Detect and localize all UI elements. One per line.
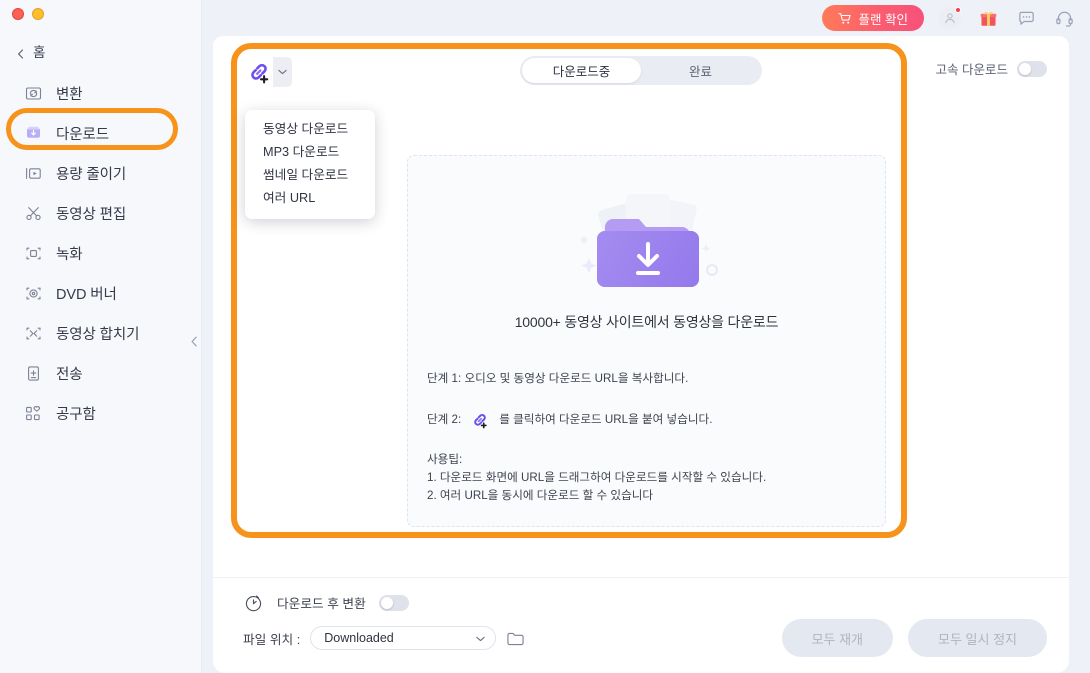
- record-icon: [24, 244, 43, 263]
- cart-icon: [837, 12, 852, 25]
- sidebar-item-label: 변환: [56, 86, 83, 103]
- sidebar-collapse-button[interactable]: [186, 328, 202, 354]
- file-location-value: Downloaded: [324, 631, 394, 645]
- download-tabs: 다운로드중 완료: [520, 56, 762, 85]
- window-traffic-lights: [12, 8, 44, 20]
- sidebar-item-video-edit[interactable]: 동영상 편집: [0, 193, 202, 233]
- tips-title: 사용팁:: [427, 453, 463, 466]
- url-dropzone[interactable]: 10000+ 동영상 사이트에서 동영상을 다운로드 단계 1: 오디오 및 동…: [407, 155, 886, 527]
- toolbox-icon: [24, 404, 43, 423]
- download-icon: [24, 124, 43, 143]
- app-window: 홈 변환 다운로드 용량 줄이기 동영상 편집 녹화 DVD 버너 동영상 합치…: [0, 0, 1090, 673]
- transfer-icon: [24, 364, 43, 383]
- feedback-icon[interactable]: [1014, 6, 1038, 30]
- convert-after-download-label: 다운로드 후 변환: [277, 597, 366, 611]
- disc-icon: [24, 284, 43, 303]
- fast-download-label: 고속 다운로드: [935, 63, 1008, 77]
- instruction-tips: 사용팁: 1. 다운로드 화면에 URL을 드래그하여 다운로드를 시작할 수 …: [427, 451, 871, 505]
- tab-completed[interactable]: 완료: [641, 58, 760, 83]
- tip-1: 1. 다운로드 화면에 URL을 드래그하여 다운로드를 시작할 수 있습니다.: [427, 471, 767, 484]
- step-2-suffix: 를 클릭하여 다운로드 URL을 붙여 넣습니다.: [499, 412, 713, 426]
- sidebar-item-download[interactable]: 다운로드: [0, 113, 202, 153]
- download-bottom-bar: 다운로드 후 변환 파일 위치 : Downloaded 모두 재개 모두 일시…: [213, 577, 1069, 673]
- sidebar-item-label: 공구함: [56, 406, 96, 423]
- fast-download-control: 고속 다운로드: [936, 59, 1047, 78]
- convert-after-download-toggle[interactable]: [378, 594, 409, 611]
- sidebar-item-dvd-burner[interactable]: DVD 버너: [0, 273, 202, 313]
- menu-item-multiple-urls[interactable]: 여러 URL: [245, 187, 375, 210]
- file-location-select[interactable]: Downloaded: [310, 626, 497, 650]
- convert-after-download-control: 다운로드 후 변환: [243, 592, 409, 613]
- notification-badge: [955, 7, 961, 13]
- sidebar-item-label: 동영상 합치기: [56, 326, 140, 343]
- support-icon[interactable]: [1052, 6, 1076, 30]
- header-actions: 플랜 확인: [821, 5, 1076, 31]
- sidebar-back-label: 홈: [33, 45, 46, 60]
- toggle-knob: [380, 596, 393, 609]
- dropzone-instructions: 단계 1: 오디오 및 동영상 다운로드 URL을 복사합니다. 단계 2: 를…: [427, 370, 871, 505]
- sidebar-item-label: 동영상 편집: [56, 206, 127, 223]
- merge-icon: [24, 324, 43, 343]
- window-close-button[interactable]: [12, 8, 24, 20]
- account-icon[interactable]: [938, 6, 962, 30]
- tip-2: 2. 여러 URL을 동시에 다운로드 할 수 있습니다: [427, 489, 654, 502]
- download-panel: 동영상 다운로드 MP3 다운로드 썸네일 다운로드 여러 URL 다운로드중 …: [213, 36, 1069, 673]
- header: 플랜 확인: [202, 0, 1090, 36]
- sidebar-nav: 변환 다운로드 용량 줄이기 동영상 편집 녹화 DVD 버너 동영상 합치기 …: [0, 73, 202, 433]
- add-url-button[interactable]: [243, 56, 275, 88]
- add-url-dropdown-toggle[interactable]: [273, 57, 292, 87]
- link-plus-icon: [251, 63, 269, 84]
- chevron-down-icon: [476, 631, 485, 645]
- gift-icon[interactable]: [976, 6, 1000, 30]
- file-location-control: 파일 위치 : Downloaded: [243, 626, 525, 650]
- dropzone-title: 10000+ 동영상 사이트에서 동영상을 다운로드: [514, 314, 779, 330]
- tab-downloading[interactable]: 다운로드중: [522, 58, 641, 83]
- menu-item-mp3-download[interactable]: MP3 다운로드: [245, 141, 375, 164]
- check-plan-label: 플랜 확인: [858, 12, 908, 27]
- pause-all-button[interactable]: 모두 일시 정지: [908, 619, 1047, 657]
- sidebar-item-label: 전송: [56, 366, 83, 383]
- sidebar-item-record[interactable]: 녹화: [0, 233, 202, 273]
- sidebar-item-label: 다운로드: [56, 126, 109, 143]
- sidebar-item-label: 용량 줄이기: [56, 166, 127, 183]
- menu-item-thumbnail-download[interactable]: 썸네일 다운로드: [245, 164, 375, 187]
- chevron-left-icon: [16, 46, 26, 59]
- window-minimize-button[interactable]: [32, 8, 44, 20]
- instruction-step-2: 단계 2: 를 클릭하여 다운로드 URL을 붙여 넣습니다.: [427, 409, 871, 429]
- scissors-icon: [24, 204, 43, 223]
- instruction-step-1: 단계 1: 오디오 및 동영상 다운로드 URL을 복사합니다.: [427, 370, 871, 387]
- sidebar-back-home[interactable]: 홈: [16, 41, 46, 61]
- download-toolbar: 동영상 다운로드 MP3 다운로드 썸네일 다운로드 여러 URL 다운로드중 …: [213, 36, 1069, 219]
- menu-item-video-download[interactable]: 동영상 다운로드: [245, 118, 375, 141]
- fast-download-toggle[interactable]: [1017, 60, 1047, 77]
- step-1-text: 단계 1: 오디오 및 동영상 다운로드 URL을 복사합니다.: [427, 372, 689, 385]
- sidebar-item-label: DVD 버너: [56, 286, 117, 303]
- download-folder-illustration: [408, 184, 885, 304]
- download-actions: 모두 재개 모두 일시 정지: [781, 619, 1047, 657]
- add-url-control: [243, 56, 292, 88]
- step-2-prefix: 단계 2:: [427, 412, 462, 426]
- add-url-dropdown-menu: 동영상 다운로드 MP3 다운로드 썸네일 다운로드 여러 URL: [245, 110, 375, 219]
- sidebar-item-compress[interactable]: 용량 줄이기: [0, 153, 202, 193]
- check-plan-button[interactable]: 플랜 확인: [821, 5, 924, 31]
- timer-icon: [243, 592, 264, 613]
- sidebar-item-label: 녹화: [56, 246, 83, 263]
- chevron-left-icon: [190, 336, 197, 346]
- sidebar-item-video-merge[interactable]: 동영상 합치기: [0, 313, 202, 353]
- sidebar-item-toolbox[interactable]: 공구함: [0, 393, 202, 433]
- resume-all-button[interactable]: 모두 재개: [781, 619, 894, 657]
- folder-icon[interactable]: [506, 630, 525, 647]
- link-plus-icon: [469, 410, 491, 430]
- file-location-label: 파일 위치 :: [243, 632, 301, 647]
- chevron-down-icon: [278, 69, 287, 75]
- compress-icon: [24, 164, 43, 183]
- convert-icon: [24, 84, 43, 103]
- sidebar-item-transfer[interactable]: 전송: [0, 353, 202, 393]
- sidebar-item-convert[interactable]: 변환: [0, 73, 202, 113]
- toggle-knob: [1019, 62, 1031, 75]
- sidebar: 홈 변환 다운로드 용량 줄이기 동영상 편집 녹화 DVD 버너 동영상 합치…: [0, 0, 202, 673]
